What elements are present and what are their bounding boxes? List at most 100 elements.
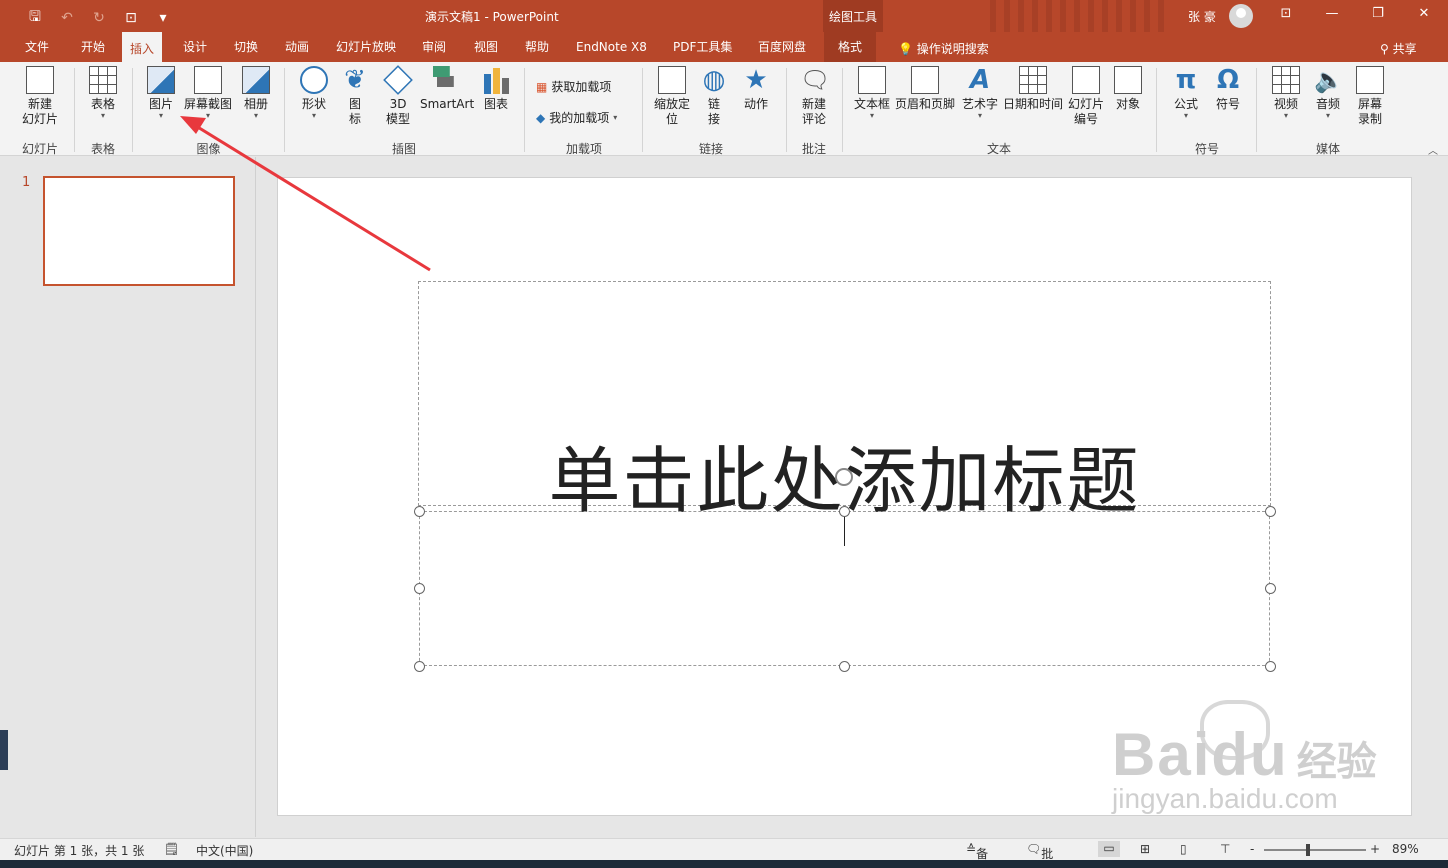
tab-review[interactable]: 审阅	[422, 32, 446, 62]
zoom-slider-thumb[interactable]	[1306, 844, 1310, 856]
undo-icon[interactable]: ↶	[58, 10, 76, 26]
screenshot-button[interactable]: 屏幕截图 ▾	[181, 66, 235, 120]
group-tables: 表格	[90, 142, 115, 156]
my-addins-button[interactable]: ◆ 我的加载项 ▾	[536, 109, 617, 126]
tab-format[interactable]: 格式	[824, 32, 877, 62]
normal-view-button[interactable]: ▭	[1098, 841, 1120, 857]
slideshow-view-button[interactable]: ⊤	[1220, 842, 1230, 856]
textbox-button[interactable]: 文本框 ▾	[852, 66, 892, 120]
resize-handle[interactable]	[414, 661, 425, 672]
slide-thumbnail[interactable]	[43, 176, 235, 286]
tab-endnote[interactable]: EndNote X8	[576, 32, 647, 62]
restore-button[interactable]: ❐	[1368, 6, 1388, 21]
comments-button[interactable]: 🗨 批注	[1026, 842, 1053, 868]
object-button[interactable]: 对象	[1110, 66, 1146, 112]
minimize-button[interactable]: —	[1322, 6, 1342, 21]
notes-button[interactable]: ≙ 备注	[966, 842, 988, 868]
tell-me-label: 操作说明搜索	[916, 42, 989, 56]
link-button[interactable]: ◍ 链 接	[700, 66, 728, 127]
group-addins: 加载项	[565, 142, 602, 156]
textbox-label: 文本框	[853, 97, 890, 111]
qat-more-icon[interactable]: ▾	[154, 10, 172, 26]
tab-view[interactable]: 视图	[474, 32, 498, 62]
resize-handle[interactable]	[1265, 583, 1276, 594]
comment-icon: 🗨	[800, 66, 831, 94]
icons-icon: ❦	[344, 65, 366, 95]
tab-slideshow[interactable]: 幻灯片放映	[336, 32, 396, 62]
tab-file[interactable]: 文件	[25, 32, 49, 62]
datetime-button[interactable]: 日期和时间	[1002, 66, 1064, 112]
tab-transitions[interactable]: 切换	[234, 32, 258, 62]
icons-button[interactable]: ❦ 图 标	[340, 66, 370, 127]
group-illustrations: 插图	[391, 142, 416, 156]
header-footer-button[interactable]: 页眉和页脚	[894, 66, 956, 112]
reading-view-button[interactable]: ▯	[1180, 842, 1187, 856]
group-slides: 幻灯片	[21, 142, 58, 156]
resize-handle[interactable]	[1265, 506, 1276, 517]
album-button[interactable]: 相册 ▾	[238, 66, 274, 120]
pi-icon: π	[1175, 65, 1197, 95]
resize-handle[interactable]	[414, 506, 425, 517]
slide-number-button[interactable]: 幻灯片 编号	[1066, 66, 1106, 127]
save-icon[interactable]: 🖫	[26, 6, 44, 30]
action-label: 动作	[743, 97, 768, 111]
collapse-ribbon-icon[interactable]: ︿	[1428, 142, 1438, 157]
equation-button[interactable]: π 公式 ▾	[1168, 66, 1204, 120]
resize-handle[interactable]	[839, 661, 850, 672]
slide-thumbnail-pane: 1	[0, 157, 256, 837]
object-label: 对象	[1115, 97, 1140, 111]
resize-handle[interactable]	[414, 583, 425, 594]
tab-animations[interactable]: 动画	[285, 32, 309, 62]
chart-button[interactable]: 图表	[480, 66, 512, 112]
tab-home[interactable]: 开始	[81, 32, 105, 62]
slide-number-label: 幻灯片 编号	[1067, 97, 1104, 126]
user-name[interactable]: 张 豪	[1188, 8, 1216, 25]
get-addins-button[interactable]: ▦ 获取加载项	[536, 78, 611, 95]
watermark-url: jingyan.baidu.com	[1112, 783, 1338, 814]
audio-button[interactable]: 🔈 音频 ▾	[1310, 66, 1346, 120]
new-comment-button[interactable]: 🗨 新建 评论	[796, 66, 832, 127]
close-button[interactable]: ✕	[1414, 6, 1434, 21]
3d-model-label: 3D 模型	[385, 97, 410, 126]
table-button[interactable]: 表格 ▾	[84, 66, 122, 120]
avatar[interactable]	[1229, 4, 1253, 28]
resize-handle[interactable]	[839, 506, 850, 517]
action-button[interactable]: ★ 动作	[740, 66, 772, 112]
title-decoration	[990, 0, 1170, 32]
shapes-button[interactable]: 形状 ▾	[296, 66, 332, 120]
screen-record-button[interactable]: 屏幕 录制	[1352, 66, 1388, 127]
tab-baidu[interactable]: 百度网盘	[758, 32, 806, 62]
language-status[interactable]: 中文(中国)	[196, 842, 253, 859]
new-slide-label: 新建 幻灯片	[21, 97, 58, 126]
zoom-in-button[interactable]: +	[1370, 842, 1380, 856]
zoom-level[interactable]: 89%	[1392, 842, 1419, 856]
tell-me-search[interactable]: 💡 操作说明搜索	[898, 40, 989, 57]
zoom-button[interactable]: 缩放定 位	[650, 66, 694, 127]
new-slide-button[interactable]: 新建 幻灯片	[14, 66, 66, 127]
tab-help[interactable]: 帮助	[525, 32, 549, 62]
store-icon: ▦	[536, 79, 548, 94]
spellcheck-icon[interactable]: 🗒	[164, 842, 179, 856]
wordart-button[interactable]: A 艺术字 ▾	[960, 66, 1000, 120]
ribbon-display-options-icon[interactable]: ⊡	[1276, 6, 1296, 21]
shapes-icon	[300, 66, 328, 94]
slide-sorter-button[interactable]: ⊞	[1140, 842, 1150, 856]
smartart-button[interactable]: SmartArt	[420, 66, 474, 112]
picture-button[interactable]: 图片 ▾	[143, 66, 179, 120]
zoom-slider[interactable]	[1264, 849, 1366, 851]
present-icon[interactable]: ⊡	[122, 10, 140, 26]
header-footer-icon	[911, 66, 939, 94]
rotate-handle[interactable]	[835, 468, 853, 486]
tab-insert[interactable]: 插入	[122, 32, 163, 62]
redo-icon[interactable]: ↻	[90, 10, 108, 26]
resize-handle[interactable]	[1265, 661, 1276, 672]
picture-icon	[147, 66, 175, 94]
symbol-button[interactable]: Ω 符号	[1210, 66, 1246, 112]
video-button[interactable]: 视频 ▾	[1268, 66, 1304, 120]
share-button[interactable]: ⚲ 共享	[1380, 40, 1417, 57]
3d-model-button[interactable]: 3D 模型	[382, 65, 414, 127]
tab-design[interactable]: 设计	[183, 32, 207, 62]
zoom-out-button[interactable]: -	[1250, 842, 1254, 856]
tab-pdf[interactable]: PDF工具集	[673, 32, 732, 62]
group-images: 图像	[196, 142, 221, 156]
